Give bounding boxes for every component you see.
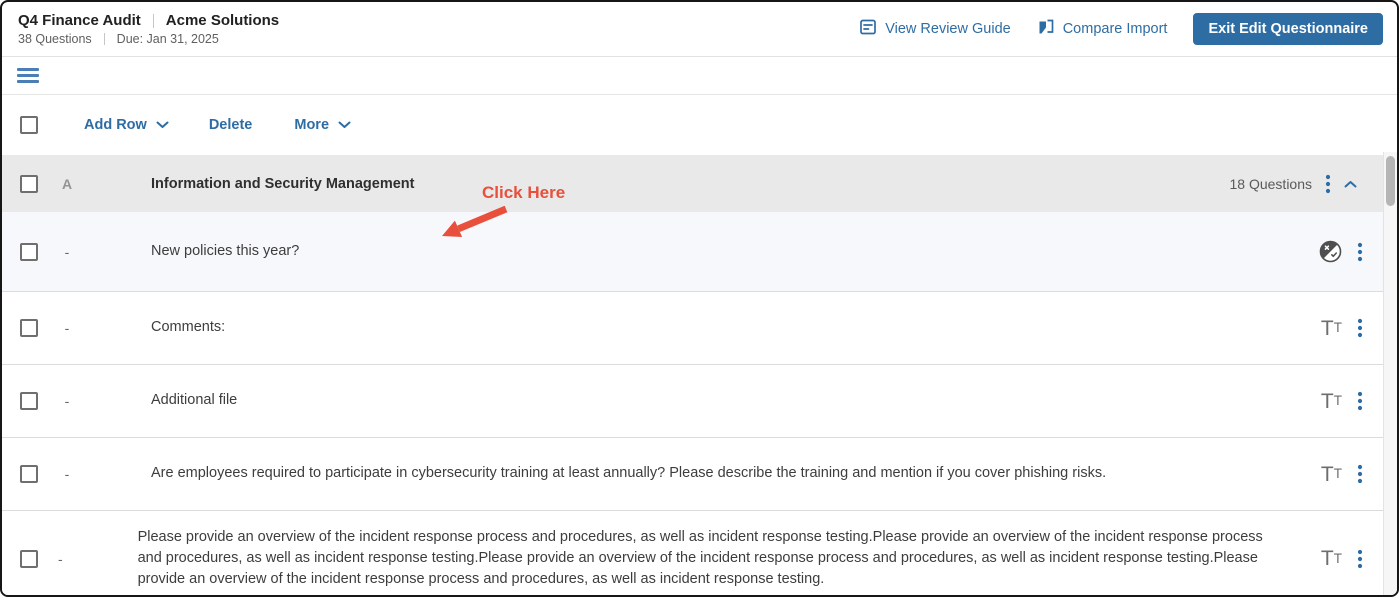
- question-text[interactable]: Please provide an overview of the incide…: [138, 527, 1299, 590]
- header-titles: Q4 Finance Audit Acme Solutions 38 Quest…: [18, 12, 279, 46]
- text-question-type-icon[interactable]: TT: [1321, 548, 1342, 569]
- subtitle-divider: [103, 33, 105, 45]
- row-checkbox[interactable]: [20, 392, 38, 410]
- company-name: Acme Solutions: [165, 12, 280, 29]
- kebab-menu-icon[interactable]: [1357, 317, 1363, 339]
- section-title: Information and Security Management: [151, 175, 415, 192]
- question-text[interactable]: New policies this year?: [151, 241, 1299, 262]
- delete-button[interactable]: Delete: [209, 117, 253, 133]
- edit-questionnaire-page: Q4 Finance Audit Acme Solutions 38 Quest…: [0, 0, 1399, 597]
- title-divider: [152, 13, 154, 28]
- add-row-label: Add Row: [84, 117, 147, 133]
- compare-import-icon: [1037, 18, 1055, 40]
- page-title: Q4 Finance Audit: [18, 12, 141, 29]
- more-button[interactable]: More: [294, 117, 351, 133]
- chevron-down-icon: [156, 117, 169, 133]
- row-number: -: [64, 320, 70, 336]
- question-row[interactable]: - Please provide an overview of the inci…: [2, 511, 1383, 595]
- row-number: -: [64, 393, 70, 409]
- review-guide-icon: [859, 18, 877, 40]
- question-row[interactable]: - Are employees required to participate …: [2, 438, 1383, 511]
- row-number: -: [64, 466, 70, 482]
- yes-no-question-type-icon[interactable]: [1319, 240, 1342, 263]
- row-checkbox[interactable]: [20, 319, 38, 337]
- section-checkbox[interactable]: [20, 174, 38, 193]
- section-header-row[interactable]: A Information and Security Management 18…: [2, 155, 1383, 212]
- section-question-count: 18 Questions: [1229, 175, 1313, 192]
- hamburger-menu-icon[interactable]: [17, 65, 39, 86]
- more-label: More: [294, 117, 330, 133]
- collapse-section-chevron-up-icon[interactable]: [1344, 180, 1357, 188]
- kebab-menu-icon[interactable]: [1357, 241, 1363, 263]
- kebab-menu-icon[interactable]: [1357, 390, 1363, 412]
- questions-count: 38 Questions: [18, 32, 92, 46]
- header: Q4 Finance Audit Acme Solutions 38 Quest…: [2, 2, 1397, 57]
- chevron-down-icon: [338, 117, 351, 133]
- vertical-scrollbar[interactable]: [1383, 152, 1397, 595]
- menu-band: [2, 57, 1397, 95]
- question-row[interactable]: - Additional file TT: [2, 365, 1383, 438]
- view-review-guide-link[interactable]: View Review Guide: [859, 18, 1011, 40]
- row-number: -: [64, 243, 70, 260]
- question-text[interactable]: Comments:: [151, 317, 1299, 338]
- kebab-menu-icon[interactable]: [1357, 463, 1363, 485]
- section-letter: A: [61, 175, 73, 192]
- text-question-type-icon[interactable]: TT: [1321, 318, 1342, 339]
- exit-edit-questionnaire-button[interactable]: Exit Edit Questionnaire: [1193, 13, 1383, 45]
- kebab-menu-icon[interactable]: [1325, 173, 1331, 195]
- text-question-type-icon[interactable]: TT: [1321, 391, 1342, 412]
- row-checkbox[interactable]: [20, 465, 38, 483]
- bulk-actions-toolbar: Add Row Delete More: [2, 95, 1397, 155]
- kebab-menu-icon[interactable]: [1357, 548, 1363, 570]
- question-row[interactable]: - New policies this year?: [2, 212, 1383, 292]
- compare-import-label: Compare Import: [1062, 21, 1168, 37]
- question-text[interactable]: Are employees required to participate in…: [151, 463, 1299, 484]
- row-checkbox[interactable]: [20, 549, 38, 568]
- view-review-guide-label: View Review Guide: [885, 21, 1011, 37]
- question-text[interactable]: Additional file: [151, 390, 1299, 411]
- questions-table: A Information and Security Management 18…: [2, 155, 1383, 595]
- add-row-button[interactable]: Add Row: [84, 117, 169, 133]
- text-question-type-icon[interactable]: TT: [1321, 464, 1342, 485]
- header-actions: View Review Guide Compare Import Exit Ed…: [859, 13, 1383, 45]
- question-row[interactable]: - Comments: TT: [2, 292, 1383, 365]
- delete-label: Delete: [208, 117, 253, 133]
- row-number: -: [57, 550, 63, 567]
- scrollbar-thumb[interactable]: [1386, 156, 1395, 206]
- select-all-checkbox[interactable]: [20, 116, 38, 134]
- row-checkbox[interactable]: [20, 242, 38, 261]
- compare-import-link[interactable]: Compare Import: [1037, 18, 1168, 40]
- due-date: Due: Jan 31, 2025: [116, 32, 219, 46]
